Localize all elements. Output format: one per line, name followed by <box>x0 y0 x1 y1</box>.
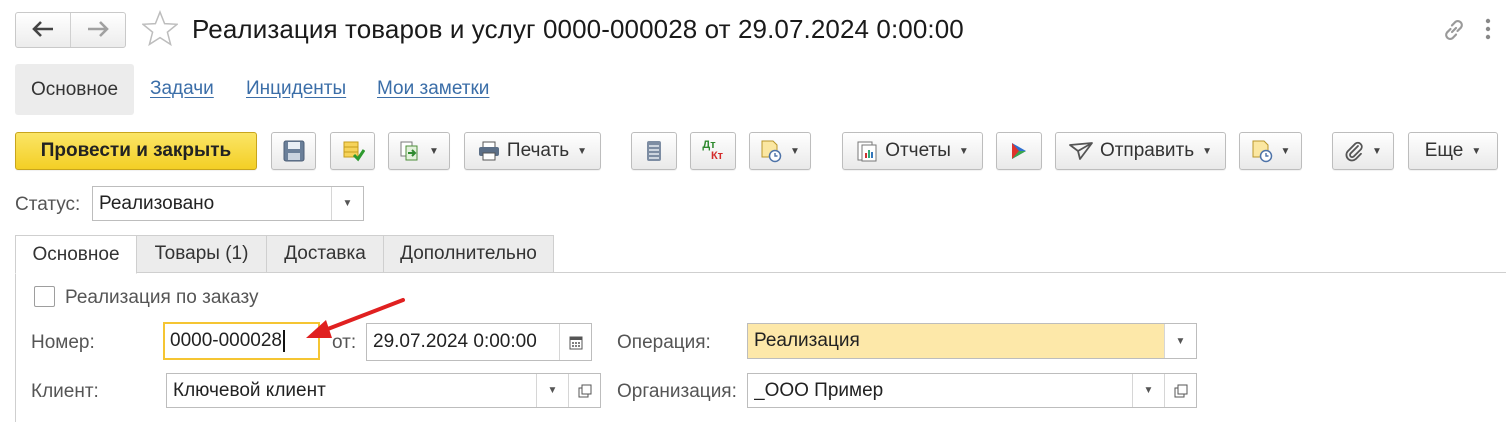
create-based-on-icon <box>399 140 421 162</box>
operation-select[interactable]: Реализация ▼ <box>747 323 1197 359</box>
by-order-checkbox[interactable] <box>34 286 55 307</box>
organization-select[interactable]: _ООО Пример ▼ <box>747 373 1197 408</box>
chevron-down-icon: ▼ <box>1471 145 1482 157</box>
favorite-star-icon[interactable] <box>141 9 179 50</box>
more-button[interactable]: Еще ▼ <box>1408 132 1498 170</box>
document-history-button[interactable]: ▼ <box>1239 132 1302 170</box>
send-button[interactable]: Отправить ▼ <box>1055 132 1226 170</box>
paperclip-icon <box>1344 140 1364 162</box>
reports-button[interactable]: Отчеты ▼ <box>842 132 983 170</box>
client-value: Ключевой клиент <box>173 379 326 401</box>
operation-label: Операция: <box>617 332 711 353</box>
document-clock-icon <box>760 139 782 163</box>
edo-button[interactable] <box>996 132 1042 170</box>
back-button[interactable] <box>16 13 70 47</box>
chevron-down-icon: ▼ <box>1372 145 1382 157</box>
section-main[interactable]: Основное <box>15 64 134 115</box>
document-structure-button[interactable] <box>631 132 677 170</box>
annotation-arrow-icon <box>306 298 405 338</box>
send-paper-plane-icon <box>1069 141 1093 161</box>
section-incidents-link[interactable]: Инциденты <box>246 78 346 100</box>
reports-label: Отчеты <box>885 140 951 161</box>
attachments-button[interactable]: ▼ <box>1332 132 1394 170</box>
client-label: Клиент: <box>31 381 99 402</box>
tab-panel-border <box>15 272 16 422</box>
kt-label: Кт <box>710 150 724 162</box>
number-label: Номер: <box>31 332 95 353</box>
more-vertical-icon[interactable] <box>1483 14 1493 44</box>
operation-value: Реализация <box>754 330 860 351</box>
chevron-down-icon: ▼ <box>958 145 969 157</box>
tab-additional[interactable]: Дополнительно <box>383 235 554 273</box>
window-title: Реализация товаров и услуг 0000-000028 о… <box>192 14 964 44</box>
back-arrow-icon <box>32 17 54 43</box>
related-documents-button[interactable]: ▼ <box>749 132 811 170</box>
create-based-on-button[interactable]: ▼ <box>388 132 450 170</box>
by-order-label: Реализация по заказу <box>65 287 259 308</box>
open-card-icon[interactable] <box>1164 374 1196 407</box>
reports-icon <box>856 140 878 162</box>
text-caret <box>283 330 285 352</box>
more-label: Еще <box>1424 140 1464 161</box>
organization-value: _ООО Пример <box>754 379 884 401</box>
status-select[interactable]: Реализовано ▼ <box>92 186 364 221</box>
link-icon[interactable] <box>1440 16 1468 44</box>
tab-delivery[interactable]: Доставка <box>266 235 384 273</box>
chevron-down-icon[interactable]: ▼ <box>536 374 568 407</box>
chevron-down-icon: ▼ <box>1280 145 1291 157</box>
save-button[interactable] <box>271 132 316 170</box>
section-tasks-link[interactable]: Задачи <box>150 78 214 100</box>
send-label: Отправить <box>1099 140 1195 161</box>
organization-label: Организация: <box>617 381 737 402</box>
list-icon <box>646 140 662 162</box>
chevron-down-icon[interactable]: ▼ <box>331 187 363 220</box>
history-nav-group <box>15 12 126 48</box>
status-label: Статус: <box>15 194 81 215</box>
print-label: Печать <box>506 140 570 161</box>
post-document-icon <box>341 139 365 163</box>
client-select[interactable]: Ключевой клиент ▼ <box>166 373 601 408</box>
chevron-down-icon: ▼ <box>790 145 800 157</box>
number-value: 0000-000028 <box>170 330 282 351</box>
edo-icon <box>1008 140 1030 162</box>
document-clock-icon <box>1251 139 1273 163</box>
status-value: Реализовано <box>99 192 215 214</box>
post-and-close-button[interactable]: Провести и закрыть <box>15 132 257 170</box>
chevron-down-icon: ▼ <box>577 145 588 157</box>
forward-button[interactable] <box>70 13 125 47</box>
tab-main[interactable]: Основное <box>15 235 137 274</box>
floppy-disk-icon <box>283 140 305 162</box>
chevron-down-icon: ▼ <box>429 145 439 157</box>
printer-icon <box>478 141 500 161</box>
forward-arrow-icon <box>87 17 109 43</box>
calendar-icon[interactable] <box>559 324 591 360</box>
section-notes-link[interactable]: Мои заметки <box>377 78 489 100</box>
tab-goods[interactable]: Товары (1) <box>136 235 267 273</box>
chevron-down-icon: ▼ <box>1202 145 1213 157</box>
open-card-icon[interactable] <box>568 374 600 407</box>
dt-kt-button[interactable]: Дт Кт <box>690 132 736 170</box>
chevron-down-icon[interactable]: ▼ <box>1132 374 1164 407</box>
print-button[interactable]: Печать ▼ <box>464 132 601 170</box>
chevron-down-icon[interactable]: ▼ <box>1164 324 1196 358</box>
post-document-button[interactable] <box>330 132 375 170</box>
